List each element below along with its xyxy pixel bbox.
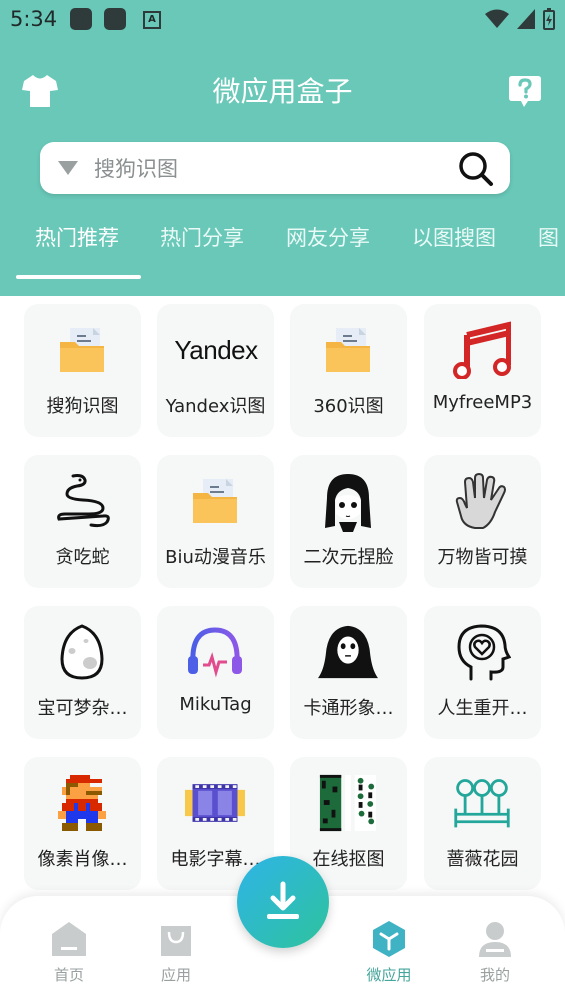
tab-user-share[interactable]: 网友分享 — [286, 222, 370, 252]
download-icon — [267, 881, 299, 919]
nav-profile[interactable]: 我的 — [460, 920, 530, 996]
home-icon — [52, 922, 86, 956]
a-icon: A — [143, 11, 161, 29]
battery-icon — [543, 8, 555, 30]
tab-hot-share[interactable]: 热门分享 — [160, 222, 244, 252]
nav-label: 我的 — [479, 966, 510, 984]
notification-icon — [70, 8, 92, 30]
nav-apps[interactable]: 应用 — [141, 920, 211, 996]
yandex-logo: Yandex — [174, 334, 258, 365]
app-label: 二次元捏脸 — [303, 547, 394, 568]
download-button[interactable] — [237, 856, 329, 948]
app-card[interactable]: 宝可梦杂… — [24, 606, 141, 739]
app-card[interactable]: MyfreeMP3 — [424, 304, 541, 437]
nav-micro-apps[interactable]: 微应用 — [354, 920, 424, 996]
app-label: 搜狗识图 — [46, 396, 119, 417]
dropdown-triangle-icon[interactable] — [58, 161, 78, 175]
app-card[interactable]: 万物皆可摸 — [424, 455, 541, 588]
film-icon — [185, 773, 245, 833]
hand-icon — [452, 471, 512, 531]
user-icon — [479, 922, 511, 957]
search-bar[interactable] — [40, 142, 510, 194]
app-label: MyfreeMP3 — [432, 392, 533, 413]
category-tabs: 热门推荐 热门分享 网友分享 以图搜图 图 — [0, 222, 565, 262]
app-label: 蔷薇花园 — [446, 849, 519, 870]
snake-icon — [52, 471, 112, 531]
head-heart-icon — [452, 622, 512, 682]
app-card[interactable]: 卡通形象… — [290, 606, 407, 739]
app-label: Biu动漫音乐 — [165, 547, 266, 568]
help-icon[interactable] — [508, 74, 542, 108]
signal-icon — [517, 9, 535, 29]
app-label: Yandex识图 — [165, 396, 266, 417]
app-label: 360识图 — [313, 396, 384, 417]
cube-icon — [373, 921, 405, 957]
app-card[interactable]: 贪吃蛇 — [24, 455, 141, 588]
garden-icon — [452, 773, 512, 833]
app-card[interactable]: Biu动漫音乐 — [157, 455, 274, 588]
headphones-icon — [185, 622, 245, 682]
app-label: 像素肖像… — [37, 849, 128, 870]
nav-label: 应用 — [160, 966, 191, 984]
search-icon[interactable] — [458, 151, 494, 187]
app-label: 人生重开… — [437, 698, 528, 719]
folder-icon — [185, 471, 245, 531]
active-tab-indicator — [16, 275, 141, 279]
app-label: 万物皆可摸 — [437, 547, 528, 568]
music-note-icon — [452, 320, 512, 380]
search-input[interactable] — [92, 152, 436, 186]
anime-face-icon — [318, 471, 378, 532]
app-card[interactable]: 360识图 — [290, 304, 407, 437]
app-card[interactable]: 二次元捏脸 — [290, 455, 407, 588]
app-label: 贪吃蛇 — [55, 547, 110, 568]
nav-home[interactable]: 首页 — [34, 920, 104, 996]
ghost-icon — [318, 622, 378, 682]
folder-icon — [318, 320, 378, 380]
app-card[interactable]: MikuTag — [157, 606, 274, 739]
status-time: 5:34 — [10, 7, 58, 31]
pixel-mario-icon — [52, 773, 112, 833]
nav-label: 微应用 — [366, 966, 412, 984]
app-label: MikuTag — [179, 694, 252, 715]
folder-icon — [52, 320, 112, 380]
app-card[interactable]: 搜狗识图 — [24, 304, 141, 437]
app-label: 宝可梦杂… — [37, 698, 128, 719]
tab-image-search[interactable]: 以图搜图 — [412, 222, 496, 252]
tab-more[interactable]: 图 — [538, 222, 559, 252]
wifi-icon — [485, 9, 509, 28]
nav-label: 首页 — [53, 966, 84, 984]
app-card[interactable]: 像素肖像… — [24, 757, 141, 890]
page-title: 微应用盒子 — [212, 75, 353, 108]
bag-icon — [161, 926, 191, 956]
tab-hot-recommend[interactable]: 热门推荐 — [35, 222, 119, 252]
app-card[interactable]: 人生重开… — [424, 606, 541, 739]
app-card[interactable]: Yandex Yandex识图 — [157, 304, 274, 437]
egg-icon — [52, 622, 112, 682]
app-label: 卡通形象… — [303, 698, 394, 719]
status-bar: 5:34 A — [0, 0, 565, 40]
app-card[interactable]: 蔷薇花园 — [424, 757, 541, 890]
notification-icon — [104, 8, 126, 30]
cutout-icon — [318, 773, 378, 833]
